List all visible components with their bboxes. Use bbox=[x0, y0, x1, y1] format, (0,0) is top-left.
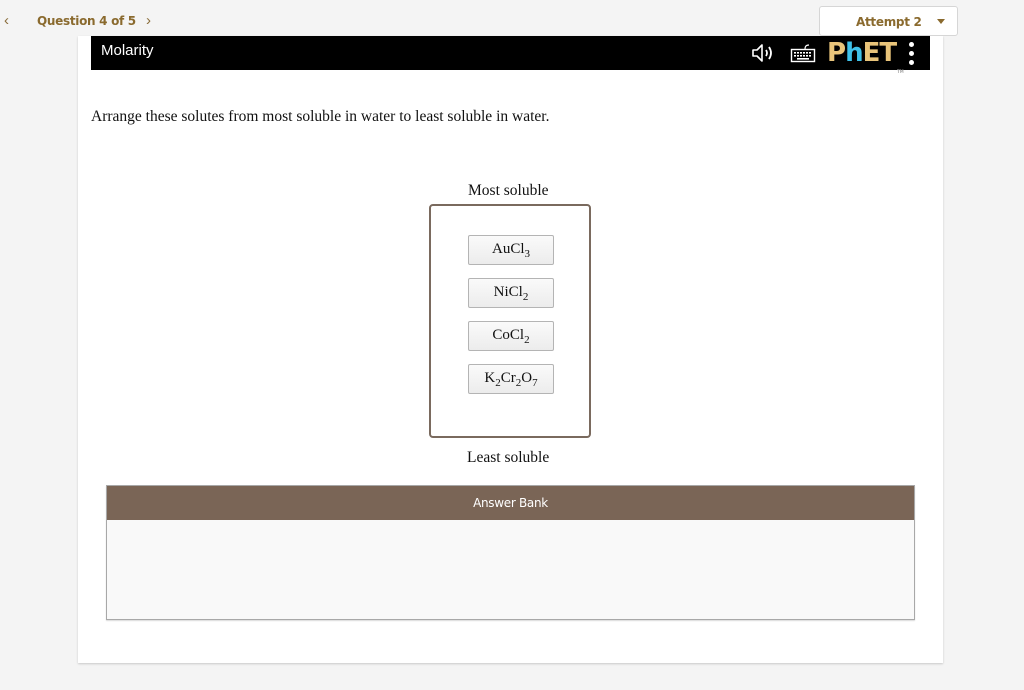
most-soluble-label: Most soluble bbox=[468, 182, 549, 199]
sound-icon[interactable] bbox=[751, 42, 777, 64]
element-symbol: Co bbox=[492, 327, 510, 343]
phet-logo-h: h bbox=[845, 38, 863, 68]
menu-dots-icon[interactable] bbox=[907, 42, 917, 66]
attempt-label: Attempt 2 bbox=[856, 15, 922, 29]
question-card: Molarity PhET TM Arrange these solutes f… bbox=[78, 36, 943, 663]
element-symbol: Cr bbox=[500, 370, 516, 386]
simulation-title: Molarity bbox=[101, 42, 154, 59]
subscript: 2 bbox=[524, 334, 530, 346]
question-counter: Question 4 of 5 bbox=[37, 14, 136, 28]
simulation-bar: Molarity PhET TM bbox=[91, 36, 930, 74]
least-soluble-label: Least soluble bbox=[467, 449, 550, 466]
keyboard-icon[interactable] bbox=[790, 42, 816, 64]
solute-chip[interactable]: AuCl3 bbox=[468, 235, 554, 265]
solute-chip[interactable]: K2Cr2O7 bbox=[468, 364, 554, 394]
next-question-button[interactable]: › bbox=[146, 12, 151, 29]
question-prompt: Arrange these solutes from most soluble … bbox=[91, 108, 550, 125]
subscript: 7 bbox=[532, 377, 538, 389]
element-symbol: Au bbox=[491, 241, 511, 257]
caret-down-icon bbox=[937, 19, 945, 24]
phet-logo-p: P bbox=[827, 38, 846, 68]
attempt-dropdown[interactable]: Attempt 2 bbox=[819, 6, 958, 36]
phet-logo-et: ET bbox=[862, 38, 897, 68]
answer-bank-title: Answer Bank bbox=[107, 486, 914, 520]
element-symbol: K bbox=[484, 370, 496, 386]
subscript: 2 bbox=[522, 291, 529, 303]
element-symbol: Cl bbox=[509, 327, 525, 343]
element-symbol: Cl bbox=[510, 241, 525, 257]
ranking-dropzone[interactable]: AuCl3 NiCl2 CoCl2 K2Cr2O7 bbox=[429, 204, 591, 438]
previous-question-button[interactable]: ‹ bbox=[4, 12, 9, 29]
element-symbol: Cl bbox=[508, 284, 523, 300]
solute-chip[interactable]: CoCl2 bbox=[468, 321, 554, 351]
element-symbol: Ni bbox=[493, 284, 509, 300]
element-symbol: O bbox=[521, 370, 533, 386]
answer-bank-area[interactable] bbox=[107, 520, 914, 619]
subscript: 3 bbox=[524, 248, 531, 260]
phet-logo[interactable]: PhET TM bbox=[827, 38, 904, 74]
solute-chip[interactable]: NiCl2 bbox=[468, 278, 554, 308]
trademark-mark: TM bbox=[897, 69, 904, 74]
answer-bank[interactable]: Answer Bank bbox=[106, 485, 915, 620]
